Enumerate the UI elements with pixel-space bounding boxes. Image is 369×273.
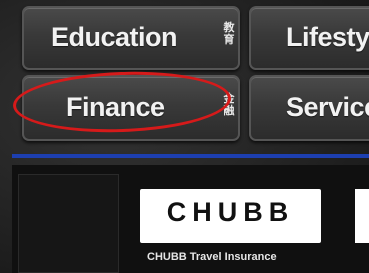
category-tile-lifestyle[interactable]: Lifesty [249,6,369,70]
category-label-service: Service [286,91,369,122]
category-label-education: Education [51,21,178,52]
category-tile-education[interactable]: Education 教育 [22,6,240,70]
chubb-logo: CHUBB [166,197,295,227]
category-cjk-education: 教育 [223,22,235,46]
screen: Education 教育 Lifesty Finance 金融 Service … [0,0,369,273]
category-tile-service[interactable]: Service [249,75,369,141]
category-label-lifestyle: Lifesty [286,21,369,52]
panel-left-box [18,174,119,273]
chubb-caption: CHUBB Travel Insurance [147,251,277,263]
blue-divider-line [12,154,369,158]
chubb-logo-card[interactable]: CHUBB [140,189,321,243]
next-partner-card[interactable] [355,189,369,243]
